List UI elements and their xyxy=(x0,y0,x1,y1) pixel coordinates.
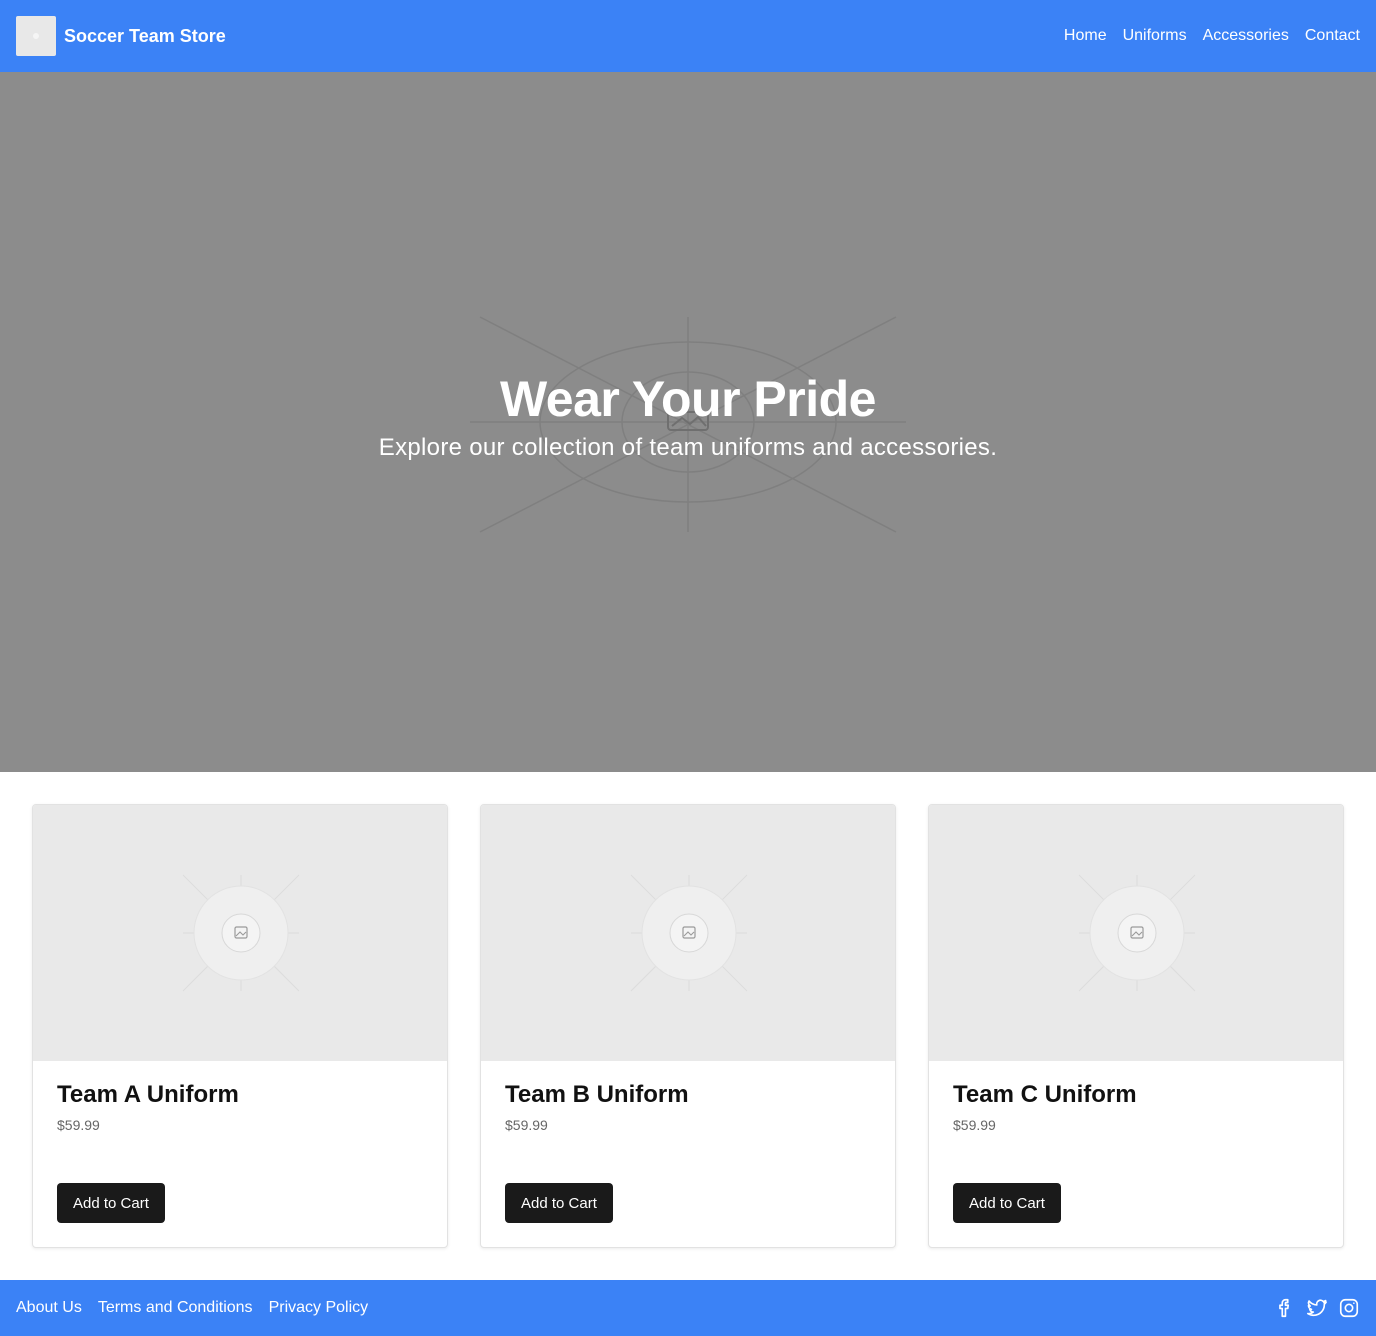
logo[interactable] xyxy=(16,16,56,56)
product-name[interactable]: Team A Uniform xyxy=(57,1081,239,1109)
add-to-cart-button[interactable]: Add to Cart xyxy=(505,1183,613,1223)
facebook-icon[interactable] xyxy=(1274,1297,1296,1319)
main-nav: Home Uniforms Accessories Contact xyxy=(1064,27,1360,45)
brand-name[interactable]: Soccer Team Store xyxy=(64,26,226,47)
product-card: Team A Uniform $59.99 Add to Cart xyxy=(32,804,448,1248)
product-grid: Team A Uniform $59.99 Add to Cart Team B… xyxy=(32,804,1344,1248)
product-price: $59.99 xyxy=(505,1117,548,1133)
nav-accessories[interactable]: Accessories xyxy=(1203,27,1289,45)
site-footer: About Us Terms and Conditions Privacy Po… xyxy=(0,1280,1376,1336)
footer-terms-link[interactable]: Terms and Conditions xyxy=(98,1299,253,1317)
product-card: Team C Uniform $59.99 Add to Cart xyxy=(928,804,1344,1248)
nav-contact[interactable]: Contact xyxy=(1305,27,1360,45)
product-name[interactable]: Team B Uniform xyxy=(505,1081,689,1109)
hero-banner: Wear Your Pride Explore our collection o… xyxy=(0,72,1376,772)
product-name[interactable]: Team C Uniform xyxy=(953,1081,1137,1109)
nav-uniforms[interactable]: Uniforms xyxy=(1123,27,1187,45)
product-image[interactable] xyxy=(929,805,1343,1061)
nav-home[interactable]: Home xyxy=(1064,27,1107,45)
twitter-icon[interactable] xyxy=(1306,1297,1328,1319)
instagram-icon[interactable] xyxy=(1338,1297,1360,1319)
image-placeholder-icon xyxy=(630,874,748,992)
add-to-cart-button[interactable]: Add to Cart xyxy=(953,1183,1061,1223)
image-placeholder-icon xyxy=(182,874,300,992)
hero-title: Wear Your Pride xyxy=(500,371,876,427)
product-price: $59.99 xyxy=(57,1117,100,1133)
site-header: Soccer Team Store Home Uniforms Accessor… xyxy=(0,0,1376,72)
add-to-cart-button[interactable]: Add to Cart xyxy=(57,1183,165,1223)
product-image[interactable] xyxy=(33,805,447,1061)
product-image[interactable] xyxy=(481,805,895,1061)
product-card: Team B Uniform $59.99 Add to Cart xyxy=(480,804,896,1248)
footer-about-link[interactable]: About Us xyxy=(16,1299,82,1317)
hero-subtitle: Explore our collection of team uniforms … xyxy=(378,434,998,461)
image-placeholder-icon xyxy=(1078,874,1196,992)
footer-links: About Us Terms and Conditions Privacy Po… xyxy=(16,1299,368,1317)
footer-privacy-link[interactable]: Privacy Policy xyxy=(269,1299,369,1317)
social-links xyxy=(1274,1297,1360,1319)
product-price: $59.99 xyxy=(953,1117,996,1133)
